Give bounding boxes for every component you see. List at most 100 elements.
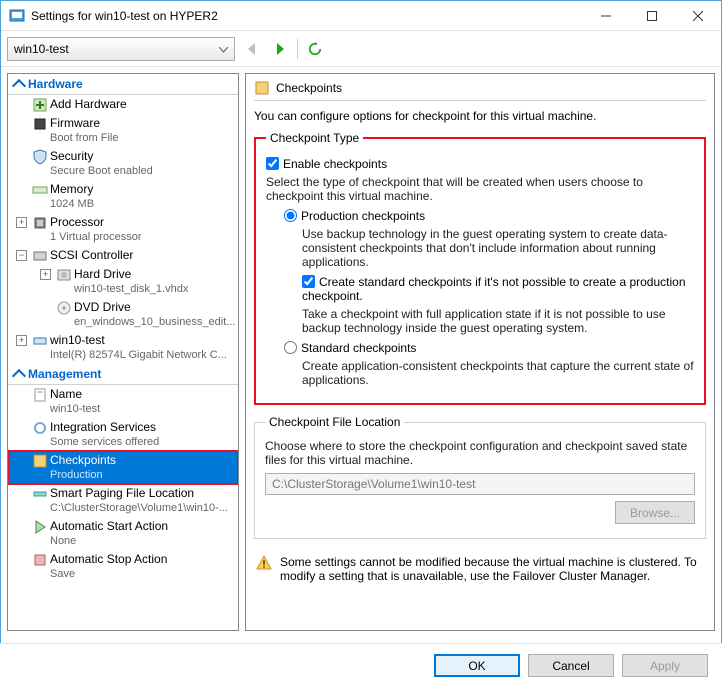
fallback-checkbox-label[interactable]: Create standard checkpoints if it's not … (302, 275, 686, 303)
standard-radio-label[interactable]: Standard checkpoints (284, 341, 416, 355)
tree-sublabel: win10-test (32, 402, 238, 416)
location-path-input (265, 473, 695, 495)
tree-label: Automatic Stop Action (32, 552, 238, 567)
tree-sublabel: win10-test_disk_1.vhdx (56, 282, 238, 296)
tree-label: SCSI Controller (32, 248, 238, 263)
tree-item-autostop[interactable]: Automatic Stop Action Save (8, 550, 238, 583)
vm-selector[interactable]: win10-test (7, 37, 235, 61)
browse-button: Browse... (615, 501, 695, 524)
shield-icon (32, 149, 48, 165)
tree-item-memory[interactable]: Memory 1024 MB (8, 180, 238, 213)
content-header: Checkpoints (254, 80, 706, 101)
nic-icon (32, 333, 48, 349)
tree-item-add-hardware[interactable]: Add Hardware (8, 95, 238, 114)
tree-item-integration[interactable]: Integration Services Some services offer… (8, 418, 238, 451)
tree-label: Integration Services (32, 420, 238, 435)
checkpoint-icon (254, 80, 270, 96)
tree-label: DVD Drive (56, 300, 238, 315)
separator (297, 39, 298, 59)
hdd-icon (56, 267, 72, 283)
enable-checkpoints-label[interactable]: Enable checkpoints (266, 157, 387, 171)
production-radio-label[interactable]: Production checkpoints (284, 209, 425, 223)
controller-icon (32, 248, 48, 264)
tree-item-harddrive[interactable]: + Hard Drive win10-test_disk_1.vhdx (8, 265, 238, 298)
fallback-desc: Take a checkpoint with full application … (266, 307, 694, 335)
cancel-button[interactable]: Cancel (528, 654, 614, 677)
memory-icon (32, 182, 48, 198)
standard-radio[interactable] (284, 341, 297, 354)
tree-item-smartpaging[interactable]: Smart Paging File Location C:\ClusterSto… (8, 484, 238, 517)
warning-text: Some settings cannot be modified because… (280, 555, 704, 583)
settings-tree[interactable]: Hardware Add Hardware Firmware Boot from… (7, 73, 239, 631)
expander-icon[interactable]: − (16, 250, 27, 261)
tree-sublabel: 1024 MB (32, 197, 238, 211)
vm-selector-label: win10-test (14, 42, 69, 56)
tree-sublabel: en_windows_10_business_edit... (56, 315, 238, 329)
select-type-desc: Select the type of checkpoint that will … (266, 175, 694, 203)
start-icon (32, 519, 48, 535)
production-radio[interactable] (284, 209, 297, 222)
standard-desc: Create application-consistent checkpoint… (266, 359, 694, 387)
expander-icon[interactable]: + (16, 217, 27, 228)
checkpoint-type-group: Checkpoint Type Enable checkpoints Selec… (254, 131, 706, 405)
cpu-icon (32, 215, 48, 231)
chip-icon (32, 116, 48, 132)
tree-label: Firmware (32, 116, 238, 131)
refresh-button[interactable] (304, 38, 326, 60)
tree-item-processor[interactable]: + Processor 1 Virtual processor (8, 213, 238, 246)
tree-item-name[interactable]: Name win10-test (8, 385, 238, 418)
dvd-icon (56, 300, 72, 316)
fallback-checkbox[interactable] (302, 275, 315, 288)
name-icon (32, 387, 48, 403)
title-bar: Settings for win10-test on HYPER2 (1, 1, 721, 31)
close-button[interactable] (675, 1, 721, 31)
maximize-button[interactable] (629, 1, 675, 31)
tree-sublabel: C:\ClusterStorage\Volume1\win10-... (32, 501, 238, 515)
apply-button: Apply (622, 654, 708, 677)
tree-item-checkpoints[interactable]: Checkpoints Production (8, 451, 238, 484)
tree-sublabel: Production (32, 468, 238, 482)
tree-label: Smart Paging File Location (32, 486, 238, 501)
ok-button[interactable]: OK (434, 654, 520, 677)
content-title: Checkpoints (276, 81, 342, 95)
tree-item-firmware[interactable]: Firmware Boot from File (8, 114, 238, 147)
tree-sublabel: Boot from File (32, 131, 238, 145)
expander-icon[interactable]: + (40, 269, 51, 280)
tree-label: win10-test (32, 333, 238, 348)
content-pane: Checkpoints You can configure options fo… (245, 73, 715, 631)
tree-item-network[interactable]: + win10-test Intel(R) 82574L Gigabit Net… (8, 331, 238, 364)
tree-label: Name (32, 387, 238, 402)
location-desc: Choose where to store the checkpoint con… (265, 439, 695, 467)
tree-sublabel: None (32, 534, 238, 548)
location-legend: Checkpoint File Location (265, 415, 404, 429)
tree-sublabel: Save (32, 567, 238, 581)
tree-item-dvd[interactable]: DVD Drive en_windows_10_business_edit... (8, 298, 238, 331)
tree-label: Checkpoints (32, 453, 238, 468)
tree-item-autostart[interactable]: Automatic Start Action None (8, 517, 238, 550)
app-icon (9, 8, 25, 24)
hardware-section-header[interactable]: Hardware (8, 74, 238, 95)
tree-label: Security (32, 149, 238, 164)
tree-sublabel: Secure Boot enabled (32, 164, 238, 178)
add-icon (32, 97, 48, 113)
nav-back-button[interactable] (241, 38, 263, 60)
checkpoint-type-legend: Checkpoint Type (266, 131, 363, 145)
stop-icon (32, 552, 48, 568)
checkpoint-location-group: Checkpoint File Location Choose where to… (254, 415, 706, 539)
management-section-header[interactable]: Management (8, 364, 238, 385)
dialog-footer: OK Cancel Apply (0, 643, 722, 687)
warning-icon (256, 555, 272, 571)
services-icon (32, 420, 48, 436)
tree-label: Processor (32, 215, 238, 230)
production-desc: Use backup technology in the guest opera… (266, 227, 694, 269)
tree-item-security[interactable]: Security Secure Boot enabled (8, 147, 238, 180)
nav-forward-button[interactable] (269, 38, 291, 60)
tree-sublabel: Intel(R) 82574L Gigabit Network C... (32, 348, 238, 362)
tree-item-scsi[interactable]: − SCSI Controller (8, 246, 238, 265)
enable-checkpoints-checkbox[interactable] (266, 157, 279, 170)
expander-icon[interactable]: + (16, 335, 27, 346)
tree-label: Hard Drive (56, 267, 238, 282)
minimize-button[interactable] (583, 1, 629, 31)
chevron-down-icon (219, 42, 228, 56)
warning-panel: Some settings cannot be modified because… (254, 549, 706, 589)
